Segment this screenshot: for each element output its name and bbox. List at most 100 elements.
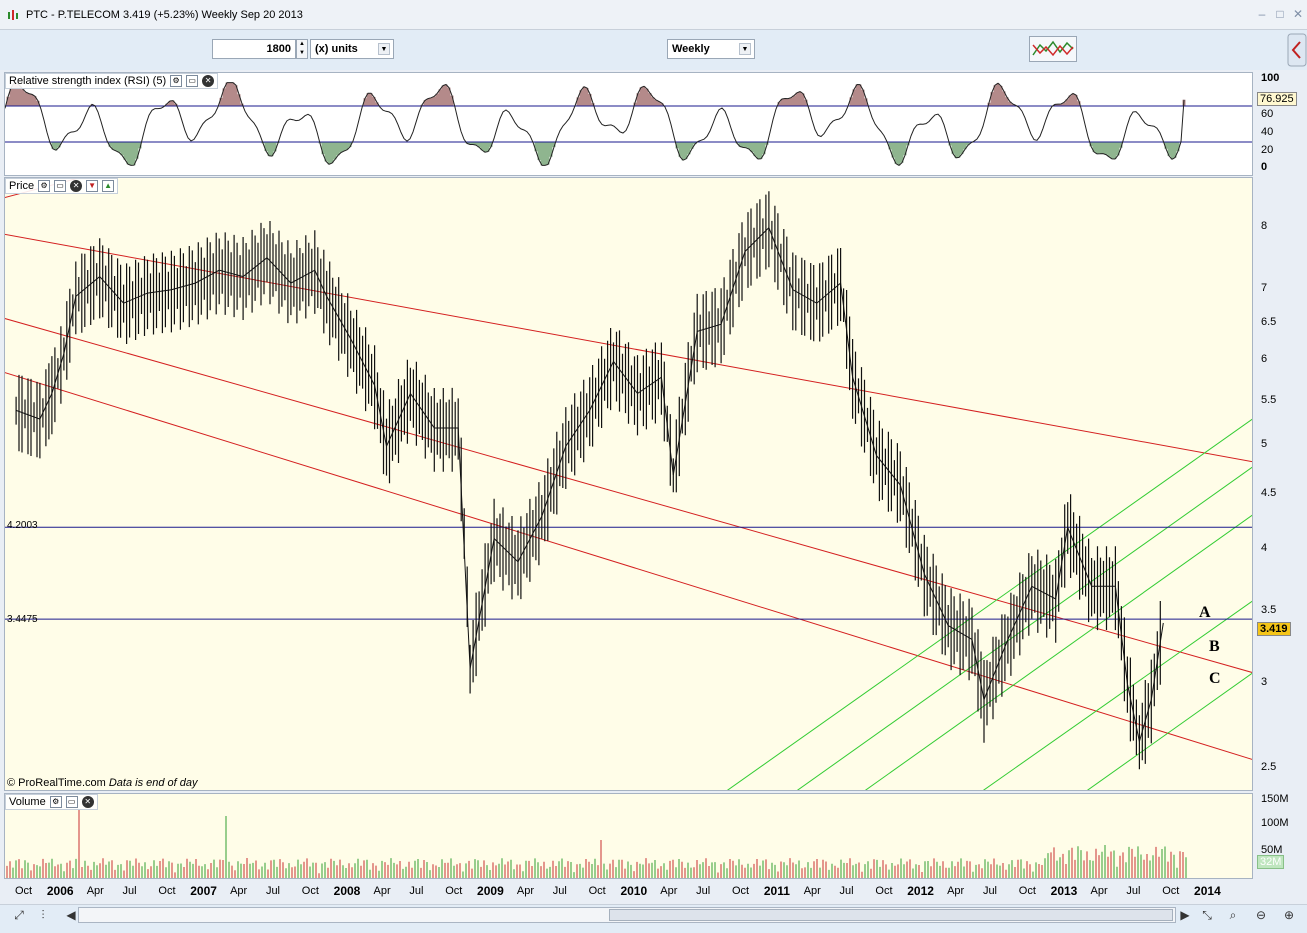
volume-current-value: 32M [1257, 855, 1285, 869]
credit-note: Data is end of day [108, 777, 198, 789]
scrollbar-thumb[interactable] [609, 909, 1173, 921]
horizontal-scrollbar[interactable] [78, 907, 1176, 923]
period-select-value: Weekly [672, 43, 710, 55]
rsi-current-value: 76.925 [1257, 92, 1297, 106]
x-axis-tick: Apr [1090, 885, 1108, 897]
zoom-out-icon[interactable]: ⊖ [1252, 907, 1270, 923]
close-panel-icon[interactable]: ✕ [202, 75, 215, 87]
rsi-tick: 0 [1261, 161, 1268, 173]
close-panel-icon[interactable]: ✕ [70, 180, 83, 192]
price-tick: 3.5 [1261, 604, 1277, 617]
price-tick: 8 [1261, 219, 1268, 232]
window-icon[interactable]: ▭ [65, 796, 78, 808]
x-axis-tick: 2010 [620, 884, 648, 898]
price-tick: 7 [1261, 281, 1268, 294]
units-select-value: (x) units [315, 43, 358, 55]
x-axis-tick: 2007 [190, 884, 217, 898]
units-spinner[interactable]: ▲ ▼ [296, 39, 308, 59]
x-axis-tick: Apr [947, 885, 965, 897]
volume-tick: 150M [1261, 793, 1289, 805]
x-axis-tick: Jul [409, 885, 424, 897]
volume-chart [5, 794, 1252, 878]
x-axis-tick: 2006 [46, 884, 74, 898]
annotation-b: B [1209, 638, 1220, 655]
x-axis-tick: 2013 [1050, 884, 1078, 898]
zoom-in-icon[interactable]: ⊕ [1280, 907, 1298, 923]
rsi-tick: 60 [1261, 108, 1274, 120]
x-axis-tick: Oct [732, 885, 750, 897]
units-count-input[interactable]: 1800 [212, 39, 296, 59]
minimize-button[interactable]: – [1255, 7, 1269, 21]
zoom-area-icon[interactable]: ⌕ [1224, 907, 1242, 923]
chevron-down-icon: ▼ [378, 43, 390, 55]
rsi-panel-header: Relative strength index (RSI) (5) ⚙ ▭ ✕ [5, 73, 219, 89]
x-axis-tick: Jul [696, 885, 711, 897]
period-select[interactable]: Weekly ▼ [667, 39, 755, 59]
price-panel[interactable] [4, 177, 1253, 791]
price-tick: 4.5 [1261, 487, 1277, 500]
rsi-panel-title: Relative strength index (RSI) (5) [9, 75, 167, 87]
chart-toolbar [0, 30, 1307, 70]
app-logo-icon [8, 10, 18, 20]
level-label-lower: 3.4475 [7, 614, 38, 625]
price-tick: 4 [1261, 542, 1268, 554]
close-button[interactable]: ✕ [1291, 7, 1305, 21]
chart-style-button[interactable] [1029, 36, 1077, 62]
close-panel-icon[interactable]: ✕ [81, 796, 94, 808]
x-axis-tick: Apr [803, 885, 821, 897]
window-title: PTC - P.TELECOM 3.419 (+5.23%) Weekly Se… [26, 9, 303, 21]
title-bar: PTC - P.TELECOM 3.419 (+5.23%) Weekly Se… [0, 0, 1307, 30]
rsi-y-axis: 100 60 40 20 0 [1253, 72, 1307, 176]
cursor-icon[interactable]: ⤢ [10, 907, 28, 923]
move-up-icon[interactable]: ▲ [102, 180, 115, 192]
wrench-icon[interactable]: ⚙ [49, 796, 62, 808]
x-axis-tick: Oct [588, 885, 606, 897]
price-tick: 5 [1261, 438, 1268, 451]
x-axis-tick: 2009 [477, 884, 504, 898]
volume-panel[interactable] [4, 793, 1253, 879]
price-tick: 6 [1261, 353, 1268, 366]
x-axis-tick: Oct [158, 885, 176, 897]
window-icon[interactable]: ▭ [186, 75, 199, 87]
annotation-c: C [1209, 670, 1221, 687]
units-select[interactable]: (x) units ▼ [310, 39, 394, 59]
x-axis-tick: Jul [839, 885, 854, 897]
x-axis-tick: Apr [516, 885, 535, 897]
x-axis-tick: Apr [660, 885, 678, 897]
rsi-tick: 40 [1261, 126, 1274, 138]
volume-panel-title: Volume [9, 796, 46, 808]
candle-style-icon[interactable]: ⫶ [34, 907, 52, 923]
x-axis-tick: Jul [265, 885, 280, 897]
x-axis-tick: Oct [445, 885, 463, 897]
x-axis-tick: Jul [1126, 885, 1141, 897]
rsi-tick: 100 [1261, 72, 1280, 84]
x-axis-tick: Oct [1018, 885, 1036, 897]
x-axis-tick: Oct [1162, 885, 1180, 897]
x-axis-tick: 2011 [763, 884, 790, 898]
chart-style-icon [1032, 40, 1074, 57]
x-axis-tick: Apr [86, 885, 104, 897]
restore-button[interactable]: □ [1273, 7, 1287, 21]
volume-tick: 100M [1261, 817, 1289, 829]
side-panel-icon [1287, 33, 1307, 67]
move-down-icon[interactable]: ▼ [86, 180, 99, 192]
price-chart [5, 178, 1252, 790]
credit-text: © ProRealTime.com [7, 777, 106, 789]
price-current-value: 3.419 [1257, 622, 1291, 636]
zoom-fit-icon[interactable]: ⤡ [1198, 907, 1216, 923]
x-axis-tick: Apr [373, 885, 391, 897]
window-icon[interactable]: ▭ [54, 180, 67, 192]
scroll-right-icon[interactable]: ▶ [1176, 907, 1194, 923]
annotation-a: A [1199, 604, 1211, 621]
price-tick: 5.5 [1261, 393, 1277, 406]
wrench-icon[interactable]: ⚙ [170, 75, 183, 87]
x-axis-tick: 2008 [333, 884, 361, 898]
wrench-icon[interactable]: ⚙ [38, 180, 51, 192]
price-tick: 3 [1261, 675, 1268, 688]
x-axis-tick: Oct [875, 885, 893, 897]
price-panel-title: Price [9, 180, 35, 192]
side-panel-toggle[interactable] [1282, 30, 1307, 70]
price-tick: 2.5 [1261, 760, 1277, 773]
x-axis-tick: Oct [301, 885, 319, 897]
level-label-upper: 4.2003 [7, 520, 38, 531]
